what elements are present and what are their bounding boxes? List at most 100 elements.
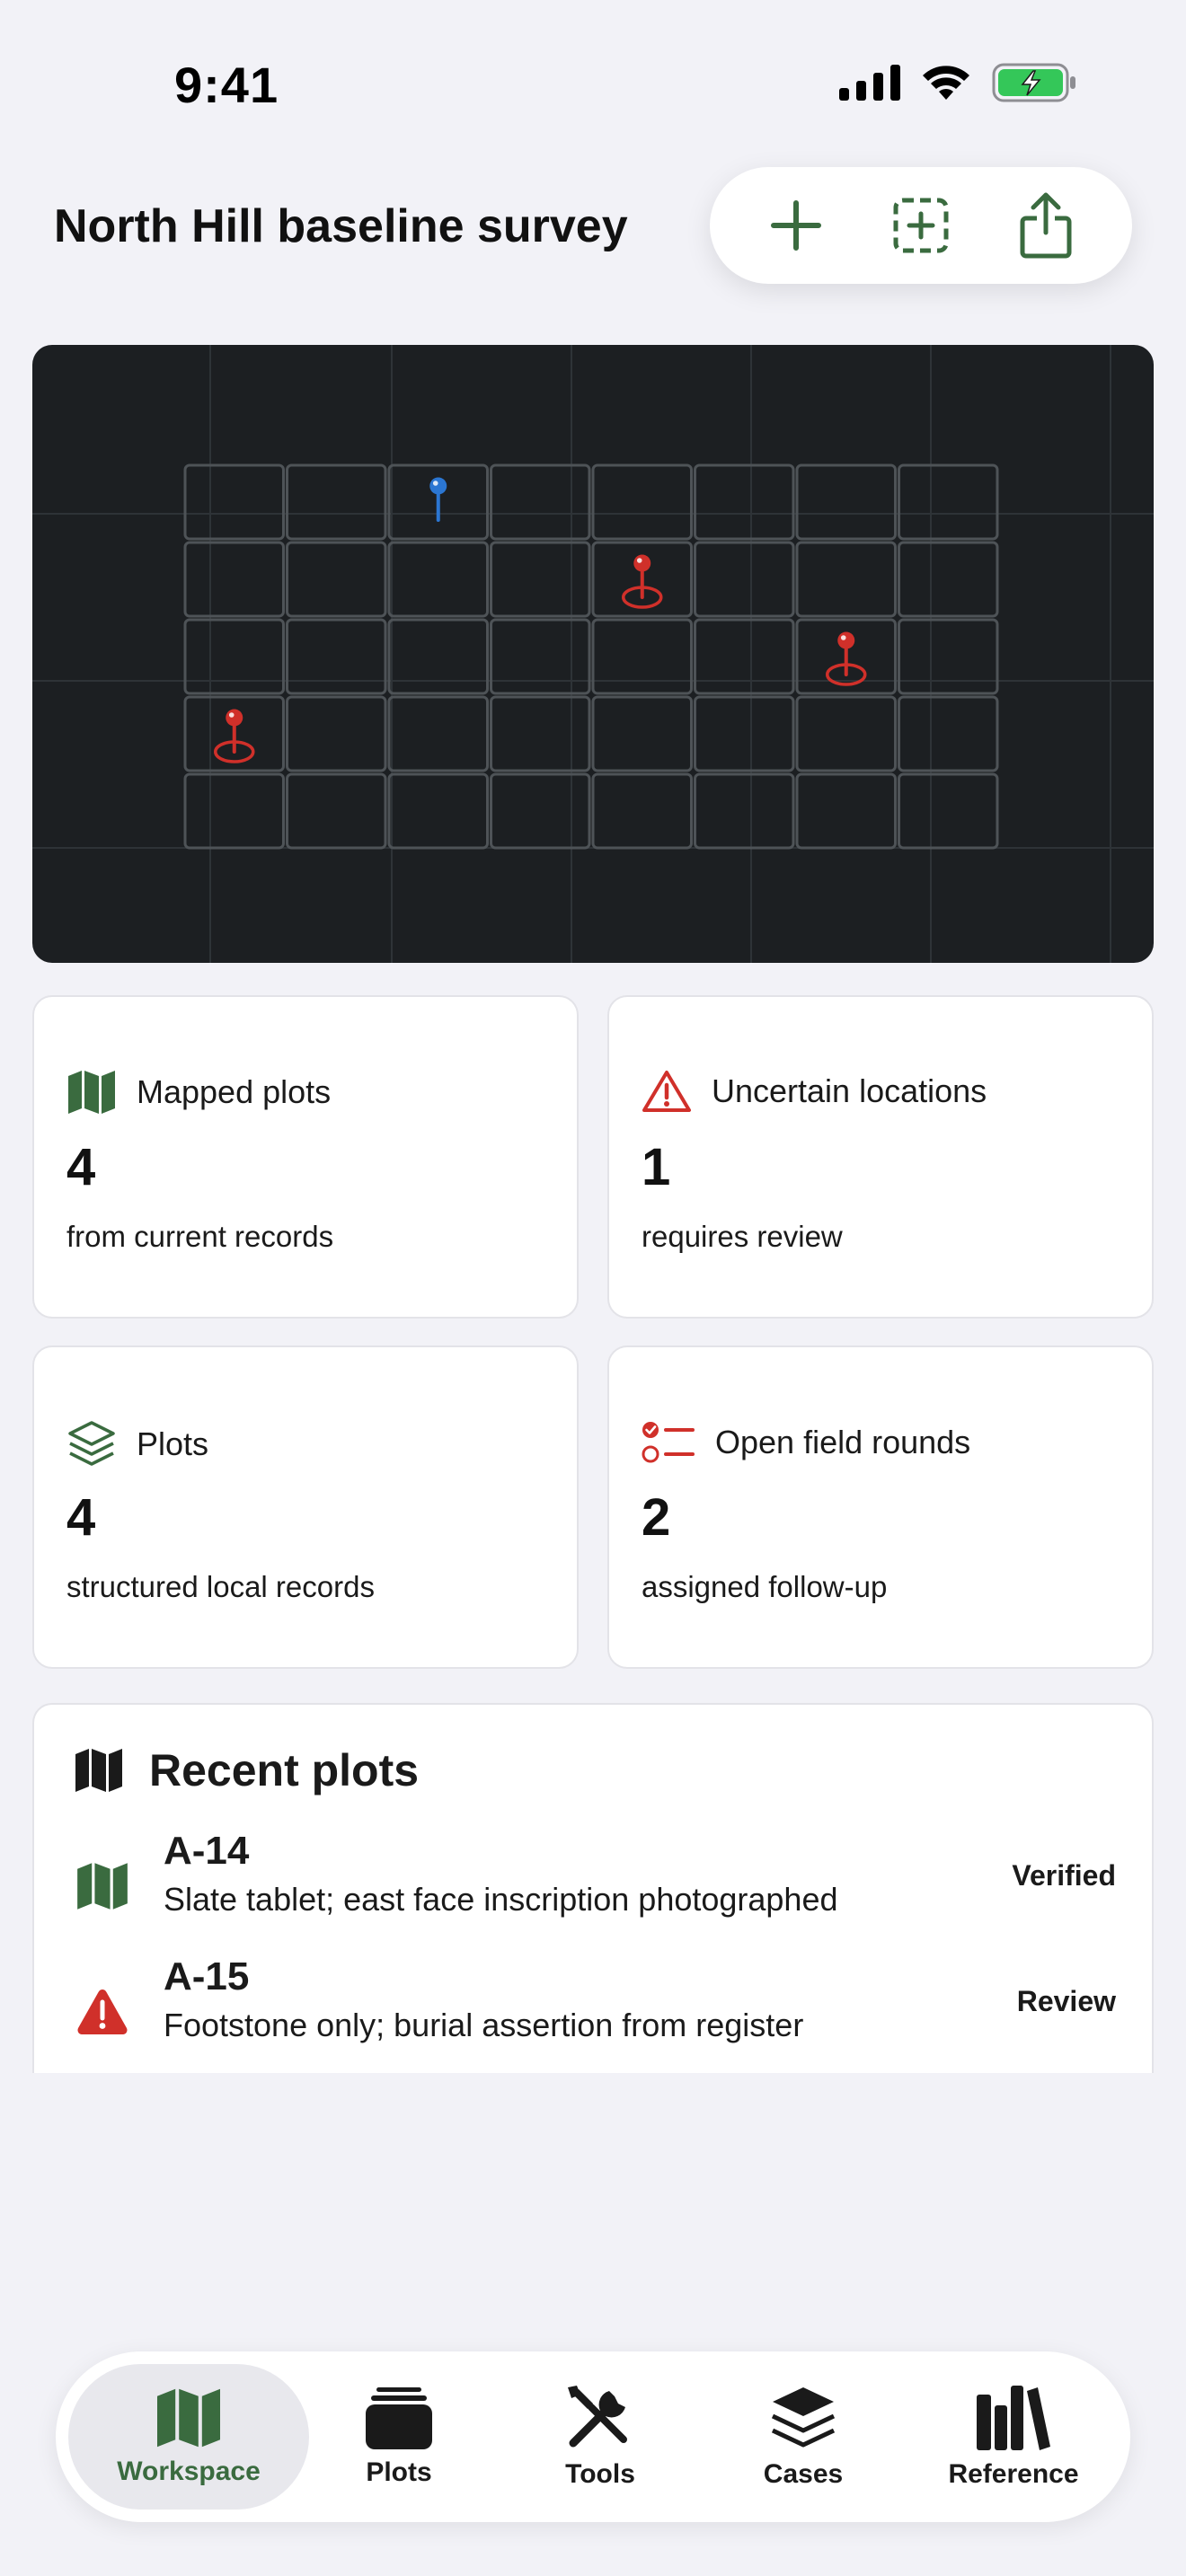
map-plot-cell[interactable] [694, 772, 795, 850]
plot-status: Review [1016, 1985, 1116, 2017]
recent-plots-title: Recent plots [149, 1745, 420, 1795]
stat-card-mapped-plots[interactable]: Mapped plots 4 from current records [32, 995, 579, 1319]
cellular-signal-icon [839, 65, 900, 101]
stat-value: 4 [66, 1138, 96, 1196]
plus-icon [770, 200, 821, 251]
map-plot-cell[interactable] [387, 695, 489, 772]
map-plot-cell[interactable] [490, 695, 591, 772]
map-plot-cell[interactable] [795, 772, 897, 850]
map-plot-cell[interactable] [591, 772, 693, 850]
books-icon [977, 2386, 1050, 2450]
dashed-plus-square-icon [893, 198, 949, 253]
map-icon [75, 1749, 122, 1792]
map-plot-cell[interactable] [694, 541, 795, 618]
map-plot-cell[interactable] [898, 618, 999, 695]
map-plot-cell[interactable] [795, 695, 897, 772]
map-plot-cell[interactable] [286, 463, 387, 541]
map-plot-cell[interactable] [898, 695, 999, 772]
map-plot-cell[interactable] [694, 695, 795, 772]
stat-subtitle: from current records [66, 1220, 334, 1253]
stat-card-open-field-rounds[interactable]: Open field rounds 2 assigned follow-up [607, 1345, 1154, 1669]
stat-value: 1 [642, 1138, 671, 1196]
map-plot-cell[interactable] [694, 618, 795, 695]
stat-label: Uncertain locations [712, 1072, 987, 1109]
recent-plots-card: Recent plots A-14 Slate tablet; east fac… [32, 1703, 1154, 2073]
stat-subtitle: structured local records [66, 1570, 375, 1603]
plot-map-canvas [32, 345, 1154, 963]
map-plot-cell[interactable] [591, 695, 693, 772]
stat-label: Plots [137, 1425, 209, 1462]
stat-value: 4 [66, 1488, 96, 1547]
plot-status: Verified [1012, 1859, 1116, 1892]
stat-label: Open field rounds [715, 1424, 971, 1460]
new-selection-button[interactable] [881, 185, 961, 266]
tab-tools[interactable]: Tools [528, 2364, 672, 2510]
stat-label: Mapped plots [137, 1073, 332, 1110]
map-icon [68, 1071, 115, 1114]
warning-triangle-icon [642, 1071, 691, 1112]
battery-charging-icon [992, 63, 1075, 102]
status-time: 9:41 [174, 57, 279, 113]
map-icon [77, 1863, 128, 1910]
plot-row-a-15[interactable]: A-15 Footstone only; burial assertion fr… [34, 1951, 1152, 2068]
plot-map[interactable] [32, 345, 1154, 963]
tab-plots[interactable]: Plots [327, 2364, 471, 2510]
map-plot-cell[interactable] [898, 772, 999, 850]
map-plot-cell[interactable] [387, 772, 489, 850]
plot-row-a-14[interactable]: A-14 Slate tablet; east face inscription… [34, 1825, 1152, 1942]
map-plot-cell[interactable] [183, 463, 285, 541]
tab-cases[interactable]: Cases [731, 2364, 875, 2510]
status-bar: 9:41 [0, 0, 1186, 171]
map-plot-cell[interactable] [898, 541, 999, 618]
plot-id: A-15 [164, 1954, 250, 1998]
map-plot-cell[interactable] [490, 772, 591, 850]
map-plot-cell[interactable] [387, 541, 489, 618]
stat-value: 2 [642, 1488, 671, 1547]
map-plot-cell[interactable] [387, 618, 489, 695]
map-marker-uncertain[interactable] [622, 554, 663, 609]
map-plot-cell[interactable] [490, 618, 591, 695]
header-actions [710, 167, 1132, 284]
map-plot-cell[interactable] [286, 772, 387, 850]
tab-workspace[interactable]: Workspace [68, 2364, 309, 2510]
map-plot-cell[interactable] [286, 695, 387, 772]
map-plot-cell[interactable] [591, 618, 693, 695]
map-plot-cell[interactable] [183, 618, 285, 695]
map-plot-cell[interactable] [694, 463, 795, 541]
tab-label: Tools [565, 2459, 635, 2489]
share-button[interactable] [1005, 185, 1086, 266]
tab-bar: Workspace Plots Tools Cases Reference [56, 2351, 1130, 2522]
plot-description: Slate tablet; east face inscription phot… [164, 1881, 838, 1918]
tab-label: Workspace [117, 2457, 261, 2486]
map-plot-cell[interactable] [490, 541, 591, 618]
map-plot-cell[interactable] [183, 772, 285, 850]
map-plot-cell[interactable] [183, 541, 285, 618]
tab-label: Plots [366, 2457, 432, 2487]
stat-card-uncertain-locations[interactable]: Uncertain locations 1 requires review [607, 995, 1154, 1319]
map-plot-cell[interactable] [286, 541, 387, 618]
add-button[interactable] [756, 185, 836, 266]
checklist-icon [642, 1422, 695, 1463]
stat-subtitle: requires review [642, 1220, 843, 1253]
layers-icon [68, 1421, 115, 1466]
tab-reference[interactable]: Reference [924, 2364, 1103, 2510]
stat-card-plots[interactable]: Plots 4 structured local records [32, 1345, 579, 1669]
status-icons [839, 63, 1078, 102]
map-marker-uncertain[interactable] [214, 709, 255, 763]
map-plot-cell[interactable] [795, 463, 897, 541]
page-title: North Hill baseline survey [54, 200, 628, 252]
tab-label: Reference [948, 2459, 1079, 2489]
layers-icon [771, 2387, 836, 2448]
map-plot-cell[interactable] [898, 463, 999, 541]
map-plot-cell[interactable] [795, 541, 897, 618]
map-plot-cell[interactable] [591, 463, 693, 541]
map-plot-cell[interactable] [286, 618, 387, 695]
tab-label: Cases [763, 2459, 844, 2489]
map-marker-uncertain[interactable] [826, 631, 867, 686]
stat-subtitle: assigned follow-up [642, 1570, 888, 1603]
plot-description: Footstone only; burial assertion from re… [164, 2007, 804, 2043]
share-icon [1020, 192, 1072, 259]
map-icon [157, 2388, 220, 2448]
stacked-cards-icon [366, 2387, 432, 2449]
map-plot-cell[interactable] [490, 463, 591, 541]
